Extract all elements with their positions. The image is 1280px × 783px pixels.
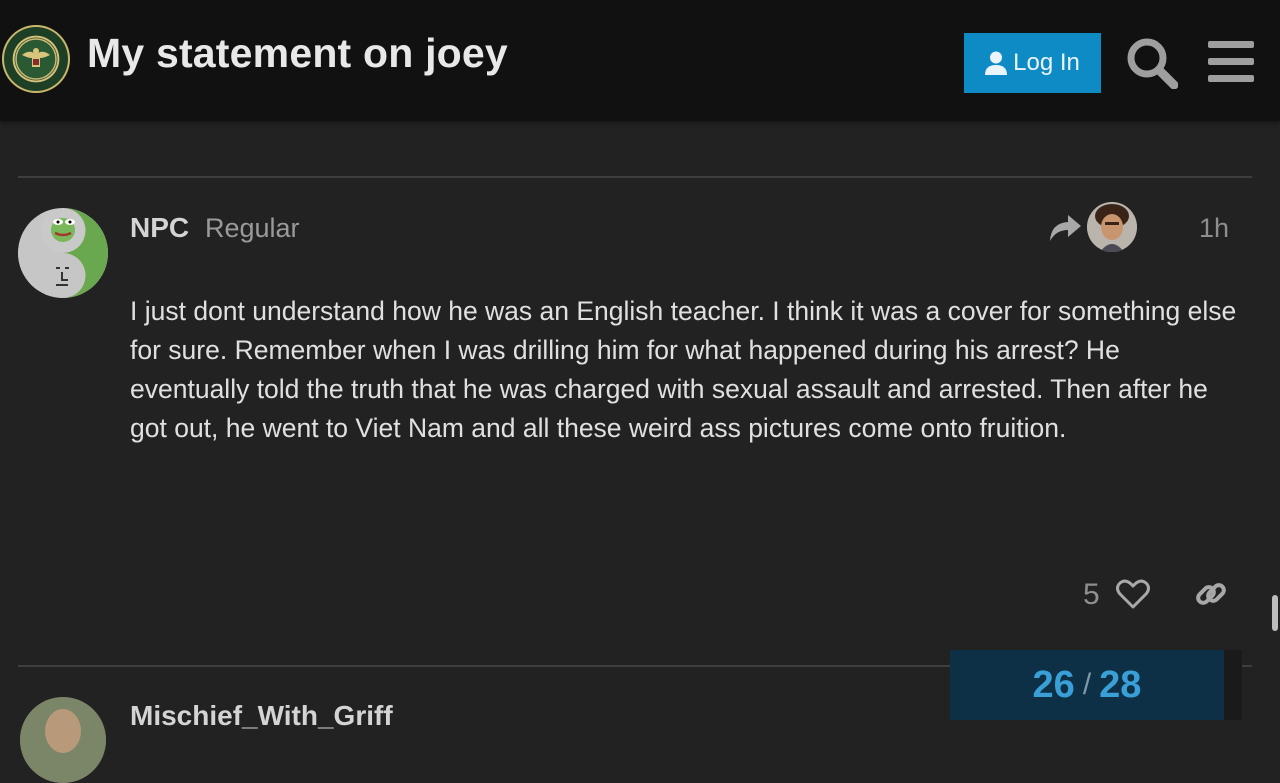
- hamburger-menu-icon[interactable]: [1208, 41, 1254, 83]
- login-button[interactable]: Log In: [964, 33, 1101, 93]
- next-post-username[interactable]: Mischief_With_Griff: [130, 700, 393, 732]
- site-logo[interactable]: [2, 25, 70, 93]
- reply-arrow-icon[interactable]: [1048, 213, 1082, 243]
- login-label: Log In: [1013, 49, 1080, 76]
- site-header: My statement on joey Log In: [0, 0, 1280, 121]
- reply-to-avatar[interactable]: [1087, 202, 1137, 252]
- progress-total: 28: [1099, 663, 1142, 706]
- progress-edge: [1224, 650, 1242, 720]
- scrollbar[interactable]: [1272, 595, 1278, 631]
- progress-separator: /: [1082, 668, 1092, 701]
- next-post-avatar[interactable]: [20, 697, 106, 783]
- heart-icon[interactable]: [1116, 578, 1150, 610]
- search-icon[interactable]: [1126, 37, 1178, 89]
- progress-current: 26: [1032, 663, 1075, 706]
- person-icon: [985, 51, 1008, 75]
- post-body: I just dont understand how he was an Eng…: [130, 296, 1237, 443]
- page-title[interactable]: My statement on joey: [87, 30, 508, 77]
- eagle-seal-icon: [15, 38, 57, 80]
- topic-progress[interactable]: 26 / 28: [950, 650, 1224, 720]
- reply-user-image: [1087, 202, 1137, 252]
- post-username[interactable]: NPC: [130, 212, 189, 244]
- user-avatar-image: [18, 208, 108, 298]
- post-timestamp[interactable]: 1h: [1199, 213, 1229, 244]
- like-count[interactable]: 5: [1083, 578, 1100, 612]
- next-user-image: [20, 697, 106, 783]
- user-title: Regular: [205, 213, 300, 243]
- avatar[interactable]: [18, 208, 108, 298]
- link-icon[interactable]: [1194, 577, 1228, 611]
- post-divider: [18, 176, 1252, 178]
